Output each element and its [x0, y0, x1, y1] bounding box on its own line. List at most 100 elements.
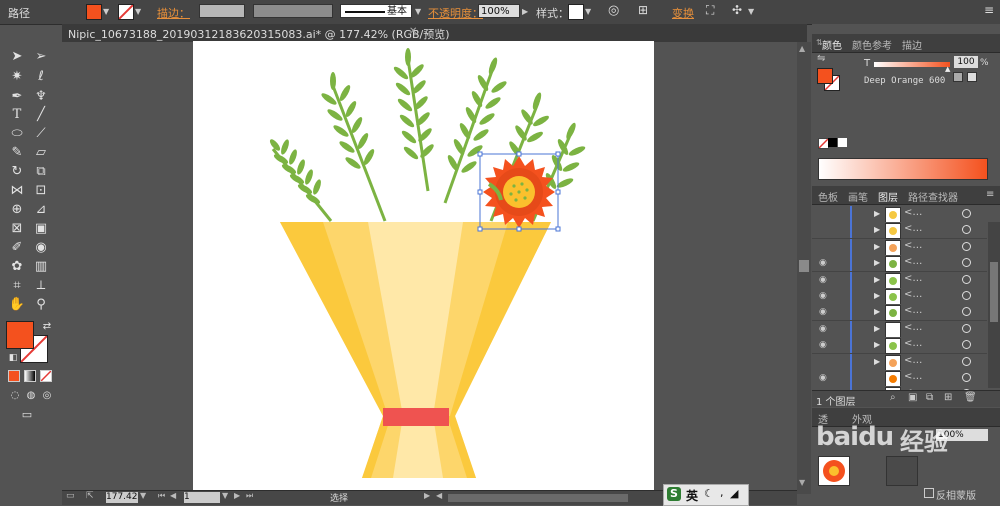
fill-swatch[interactable] [86, 4, 102, 20]
target-circle-icon[interactable] [962, 291, 971, 300]
last-artboard-icon[interactable]: ⏭ [246, 491, 253, 501]
color-mode-icon[interactable] [8, 370, 20, 382]
expand-triangle-icon[interactable]: ▶ [874, 324, 880, 333]
layer-name[interactable]: <… [904, 305, 922, 316]
isolate-icon[interactable]: ⛶ [706, 3, 714, 18]
tint-slider[interactable] [874, 62, 950, 67]
tab-color-guide[interactable]: 颜色参考 [852, 37, 892, 52]
ime-punct-icon[interactable]: , [720, 486, 724, 499]
ime-moon-icon[interactable]: ☾ [704, 487, 714, 500]
layers-scrollbar[interactable] [988, 222, 1000, 388]
layer-row[interactable]: ◉ ▶ <… [812, 288, 987, 305]
white-color-chip[interactable] [838, 138, 847, 147]
tab-layers[interactable]: 图层 [878, 189, 898, 204]
gradient-mode-icon[interactable] [24, 370, 36, 382]
visibility-eye-icon[interactable]: ◉ [819, 291, 827, 301]
pen-tool-icon[interactable]: ✒ [8, 88, 26, 106]
target-circle-icon[interactable] [962, 340, 971, 350]
layer-row[interactable]: ◉ ▶ <… [812, 337, 987, 355]
expand-triangle-icon[interactable]: ▶ [874, 340, 880, 349]
magic-wand-tool-icon[interactable]: ✷ [8, 68, 26, 86]
eyedropper-tool-icon[interactable]: ✐ [8, 239, 26, 257]
artboard-tool-icon[interactable]: ⌗ [8, 277, 26, 295]
fill-dropdown-icon[interactable]: ▼ [103, 7, 109, 16]
pencil-tool-icon[interactable]: ✎ [8, 144, 26, 162]
black-color-chip[interactable] [828, 138, 837, 147]
first-artboard-icon[interactable]: ⏮ [158, 491, 165, 501]
tab-swatches[interactable]: 色板 [818, 189, 838, 204]
color-spectrum-bar[interactable] [818, 158, 988, 180]
artboard-dropdown-icon[interactable]: ▼ [222, 491, 228, 500]
opacity-dropdown-icon[interactable]: ▶ [522, 7, 528, 16]
layer-name[interactable]: <… [904, 273, 922, 284]
target-circle-icon[interactable] [962, 241, 971, 251]
screen-mode-icon[interactable]: ▭ [18, 406, 36, 424]
tab-brushes[interactable]: 画笔 [848, 189, 868, 204]
ime-logo-icon[interactable]: S [667, 487, 681, 501]
brush-dropdown-icon[interactable]: ▼ [415, 7, 421, 16]
swap-colors-icon[interactable]: ⇄ [38, 318, 56, 336]
hand-tool-icon[interactable]: ✋ [8, 296, 26, 314]
visibility-eye-icon[interactable]: ◉ [819, 275, 827, 285]
layer-row[interactable]: ◉ ▶ <… [812, 271, 987, 289]
visibility-eye-icon[interactable]: ◉ [819, 258, 827, 268]
layers-scroll-thumb[interactable] [990, 262, 998, 322]
target-circle-icon[interactable] [962, 307, 971, 317]
zoom-dropdown-icon[interactable]: ▼ [140, 491, 146, 500]
visibility-eye-icon[interactable]: ◉ [819, 340, 827, 350]
selection-tool-icon[interactable]: ➤ [8, 48, 26, 66]
status-icon[interactable]: ▭ [66, 491, 75, 501]
prev-artboard-icon[interactable]: ◀ [170, 491, 176, 500]
clipping-mask-icon[interactable]: ▣ [908, 392, 917, 403]
default-colors-icon[interactable]: ◧ [4, 349, 22, 367]
layer-name[interactable]: <… [904, 371, 922, 382]
locate-object-icon[interactable]: ⌕ [890, 392, 896, 403]
target-circle-icon[interactable] [962, 274, 971, 284]
stroke-weight-field[interactable] [199, 4, 245, 18]
layer-row[interactable]: ▶ <… [812, 238, 987, 256]
layer-name[interactable]: <… [904, 289, 922, 300]
blend-tool-icon[interactable]: ◉ [32, 239, 50, 257]
graphic-style-swatch[interactable] [568, 4, 584, 20]
symbol-sprayer-tool-icon[interactable]: ✿ [8, 258, 26, 276]
transform-label[interactable]: 变换 [672, 5, 694, 21]
layers-panel-menu-icon[interactable]: ≡ [986, 189, 994, 200]
shape-builder-tool-icon[interactable]: ⊕ [8, 201, 26, 219]
mesh-tool-icon[interactable]: ⊠ [8, 220, 26, 238]
tint-value-field[interactable]: 100 [954, 56, 978, 68]
ime-more-icon[interactable]: ◢ [730, 487, 738, 500]
visibility-eye-icon[interactable]: ◉ [819, 373, 827, 383]
variable-width-field[interactable] [253, 4, 333, 18]
tab-pathfinder[interactable]: 路径查找器 [908, 189, 958, 204]
zoom-tool-icon[interactable]: ⚲ [32, 296, 50, 314]
lasso-tool-icon[interactable]: ℓ [32, 68, 50, 86]
layer-row[interactable]: ◉ <… [812, 370, 987, 387]
next-artboard-icon[interactable]: ▶ [234, 491, 240, 500]
layer-name[interactable]: <… [904, 338, 922, 349]
panel-grip-icon[interactable]: ⇅ [816, 38, 823, 47]
tab-color[interactable]: 颜色 [822, 37, 842, 52]
scroll-up-icon[interactable]: ▲ [799, 44, 809, 54]
tint-slider-handle-icon[interactable]: ▲ [945, 65, 950, 73]
new-sublayer-icon[interactable]: ⧉ [926, 392, 933, 403]
arrange-icon[interactable]: ✣ [732, 3, 742, 17]
expand-triangle-icon[interactable]: ▶ [874, 242, 880, 251]
expand-triangle-icon[interactable]: ▶ [874, 357, 880, 366]
panel-fill-swatch[interactable] [817, 68, 833, 84]
layer-name[interactable]: <… [904, 207, 922, 218]
none-mode-icon[interactable] [40, 370, 52, 382]
scroll-thumb[interactable] [799, 260, 809, 272]
expand-triangle-icon[interactable]: ▶ [874, 307, 880, 316]
rotate-tool-icon[interactable]: ↻ [8, 163, 26, 181]
target-circle-icon[interactable] [962, 356, 971, 366]
artboard-number-field[interactable]: 1 [184, 492, 220, 503]
layer-row[interactable]: ▶ <… [812, 206, 987, 223]
target-circle-icon[interactable] [962, 323, 971, 333]
ellipse-tool-icon[interactable]: ⬭ [8, 125, 26, 143]
stroke-swatch[interactable] [118, 4, 134, 20]
curvature-tool-icon[interactable]: ♆ [32, 88, 50, 106]
width-tool-icon[interactable]: ⋈ [8, 182, 26, 200]
delete-layer-icon[interactable]: 🗑 [964, 392, 977, 403]
type-tool-icon[interactable]: T [8, 106, 26, 124]
expand-triangle-icon[interactable]: ▶ [874, 225, 880, 234]
